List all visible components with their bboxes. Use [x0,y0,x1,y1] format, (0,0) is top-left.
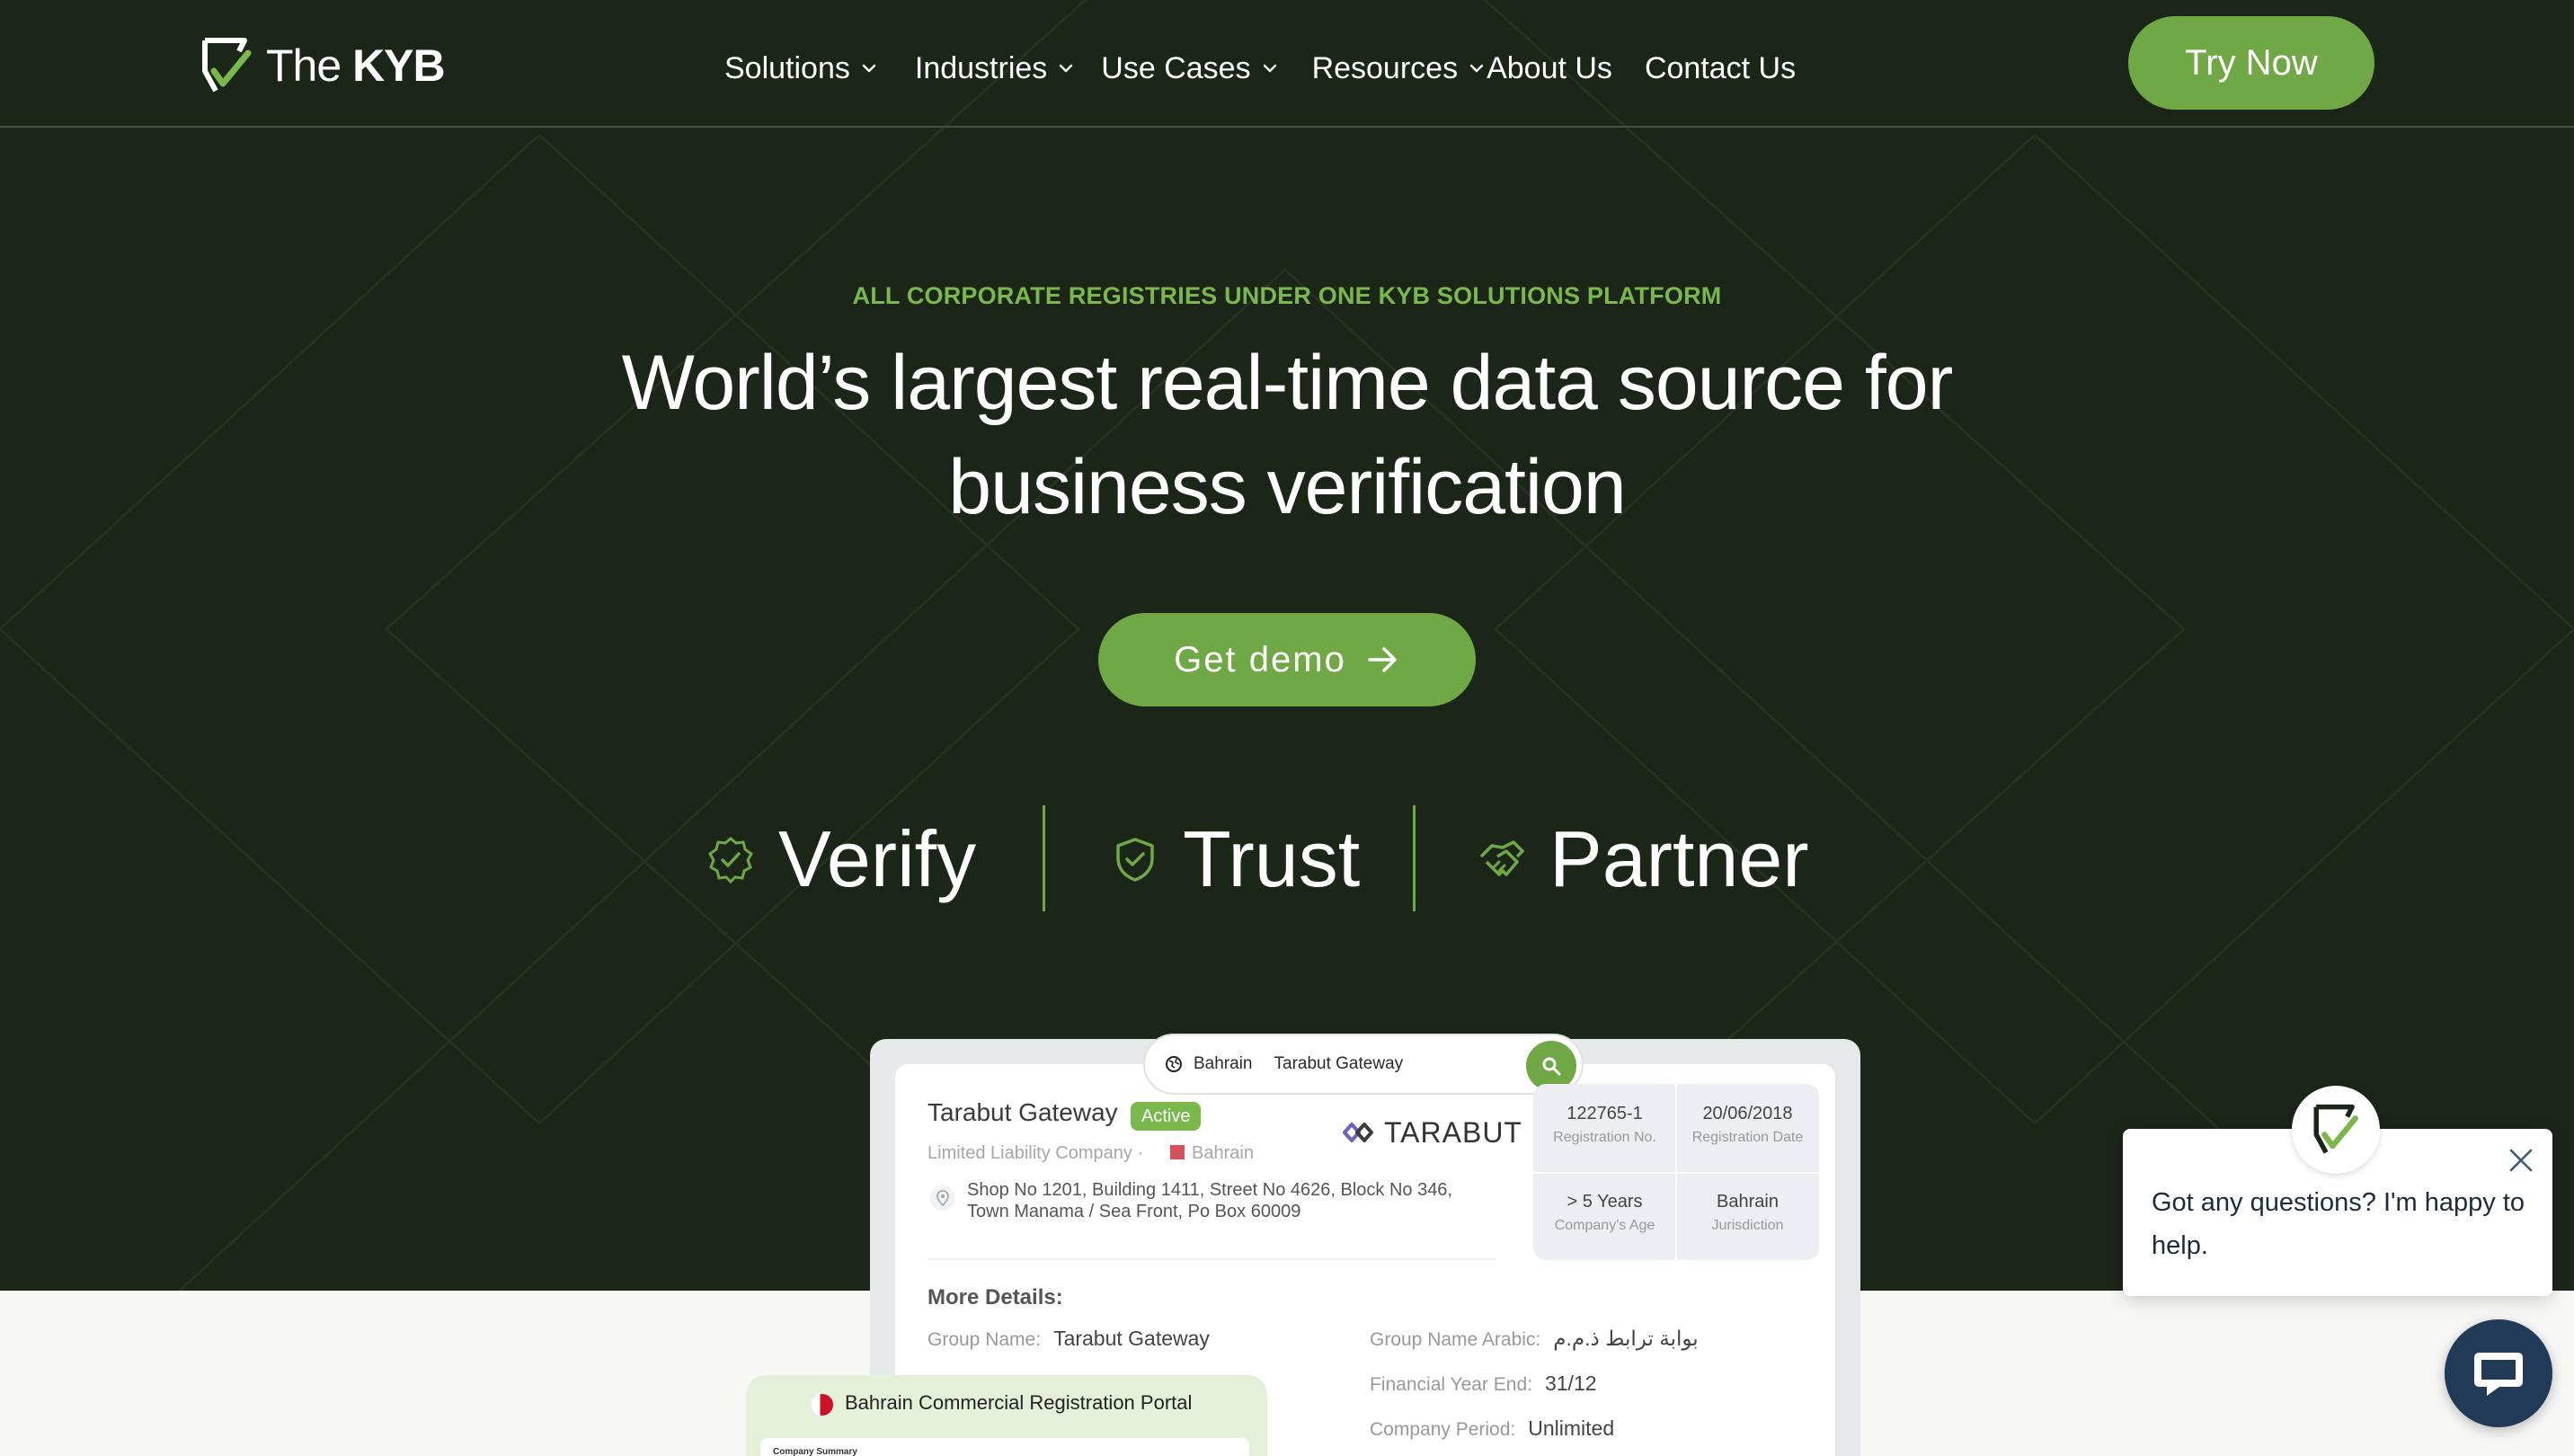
hero-headline-line1: World’s largest real-time data source fo… [621,340,1954,426]
company-type-separator: · [1137,1143,1144,1163]
detail-key: Group Name Arabic: [1370,1329,1541,1350]
chevron-down-icon [1469,64,1484,73]
divider [928,1258,1496,1260]
badge-check-icon [708,837,753,883]
value-pillars: Verify Trust Partner [0,805,2574,913]
chat-message: Got any questions? I'm happy to help. [2152,1188,2525,1260]
stat-jurisdiction: Bahrain Jurisdiction [1676,1192,1819,1234]
company-address: Shop No 1201, Building 1411, Street No 4… [967,1180,1452,1221]
detail-value: بوابة ترابط ذ.م.م [1553,1327,1699,1350]
stat-label: Company's Age [1554,1218,1655,1233]
nav-item-label: Resources [1311,50,1459,85]
detail-key: Financial Year End: [1370,1374,1532,1395]
company-stats: 122765-1 Registration No. 20/06/2018 Reg… [1533,1084,1819,1260]
stat-label: Registration Date [1691,1130,1804,1145]
handshake-icon [1479,840,1524,876]
stat-company-age: > 5 Years Company's Age [1533,1192,1676,1234]
main-nav: Solutions Industries Use Cases Resources Abo… [724,45,1796,92]
site-header: The KYB Solutions Industries Use Cases Reso… [0,0,2574,128]
chat-launcher-button[interactable] [2445,1319,2552,1427]
tarabut-logo-icon [1343,1123,1373,1142]
chevron-down-icon [1060,64,1073,73]
nav-item-label: Industries [914,50,1048,85]
company-type-text: Limited Liability Company [928,1143,1132,1163]
nav-item-label: About Us [1487,50,1612,85]
kyb-logo-icon [2313,1104,2358,1154]
get-demo-button[interactable]: Get demo [1098,613,1476,706]
stat-value: 20/06/2018 [1702,1104,1793,1123]
brand-wordmark-bold: KYB [352,40,446,91]
pillar-partner-label: Partner [1549,814,1809,903]
chevron-down-icon [1263,64,1276,73]
page: The KYB Solutions Industries Use Cases Reso… [0,0,2574,1456]
pillar-divider [1413,805,1416,911]
pillar-trust-label: Trust [1183,814,1361,903]
pillar-partner: Partner [1478,805,1809,913]
detail-key: Company Period: [1370,1419,1516,1440]
company-search-bar[interactable]: Bahrain Tarabut Gateway [1143,1034,1584,1095]
company-type: Limited Liability Company · [928,1143,1143,1164]
company-logo: TARABUT [1343,1114,1522,1150]
nav-item-label: Solutions [724,50,850,85]
nav-item-label: Use Cases [1101,50,1251,85]
detail-company-period: Company Period: Unlimited [1370,1416,1614,1441]
search-country[interactable]: Bahrain [1194,1054,1253,1074]
pillar-divider [1043,805,1045,911]
nav-item-use-cases[interactable]: Use Cases [1101,51,1279,86]
kyb-logo-icon [202,38,252,93]
registry-portal-sheet-label: Company Summary [773,1447,857,1456]
nav-item-solutions[interactable]: Solutions [724,51,879,86]
more-details-title: More Details: [928,1285,1063,1310]
company-name: Tarabut Gateway [928,1098,1118,1126]
chat-bubble-icon [2474,1353,2523,1396]
close-icon[interactable] [2506,1145,2536,1176]
hero-headline-line2: business verification [948,444,1626,530]
stat-registration-no: 122765-1 Registration No. [1533,1104,1676,1146]
detail-group-name: Group Name: Tarabut Gateway [928,1327,1210,1351]
search-query[interactable]: Tarabut Gateway [1274,1054,1404,1074]
nav-item-about-us[interactable]: About Us [1487,51,1612,86]
stat-value: > 5 Years [1567,1192,1643,1212]
nav-item-industries[interactable]: Industries [915,51,1076,86]
bahrain-flag-icon [811,1393,834,1416]
company-country: Bahrain [1192,1143,1254,1163]
hero-eyebrow: ALL CORPORATE REGISTRIES UNDER ONE KYB S… [852,282,1722,309]
bahrain-flag-icon [1170,1145,1185,1159]
company-logo-text: TARABUT [1384,1115,1522,1149]
pillar-verify: Verify [706,805,976,913]
nav-item-contact-us[interactable]: Contact Us [1645,51,1796,86]
detail-group-name-arabic: Group Name Arabic: بوابة ترابط ذ.م.م [1370,1327,1699,1351]
stat-value: Bahrain [1717,1192,1779,1212]
pillar-verify-label: Verify [778,814,977,903]
brand-logo[interactable]: The KYB [198,34,446,97]
chevron-down-icon [862,64,876,73]
registry-portal-title: Bahrain Commercial Registration Portal [845,1391,1193,1414]
stat-label: Jurisdiction [1711,1218,1784,1233]
stat-label: Registration No. [1553,1130,1656,1145]
try-now-button[interactable]: Try Now [2128,16,2374,110]
detail-value: Unlimited [1528,1416,1615,1440]
stat-value: 122765-1 [1567,1104,1643,1123]
nav-item-label: Contact Us [1644,50,1797,85]
nav-item-resources[interactable]: Resources [1312,51,1487,86]
chat-avatar [2292,1086,2380,1174]
detail-financial-year-end: Financial Year End: 31/12 [1370,1372,1597,1396]
detail-value: 31/12 [1544,1372,1597,1395]
pillar-trust: Trust [1111,805,1360,913]
stat-registration-date: 20/06/2018 Registration Date [1676,1104,1819,1146]
arrow-right-icon [1368,647,1397,672]
location-pin-icon [930,1185,955,1211]
shield-check-icon [1116,838,1154,882]
get-demo-label: Get demo [1174,639,1346,679]
hero-headline: World’s largest real-time data source fo… [503,331,2071,539]
detail-key: Group Name: [928,1329,1042,1350]
search-icon [1542,1057,1561,1076]
detail-value: Tarabut Gateway [1053,1327,1210,1350]
divider [1533,1172,1819,1174]
globe-icon [1166,1056,1182,1072]
brand-wordmark-light: The [266,40,342,91]
brand-wordmark: The KYB [266,40,446,92]
status-badge: Active [1131,1102,1202,1131]
